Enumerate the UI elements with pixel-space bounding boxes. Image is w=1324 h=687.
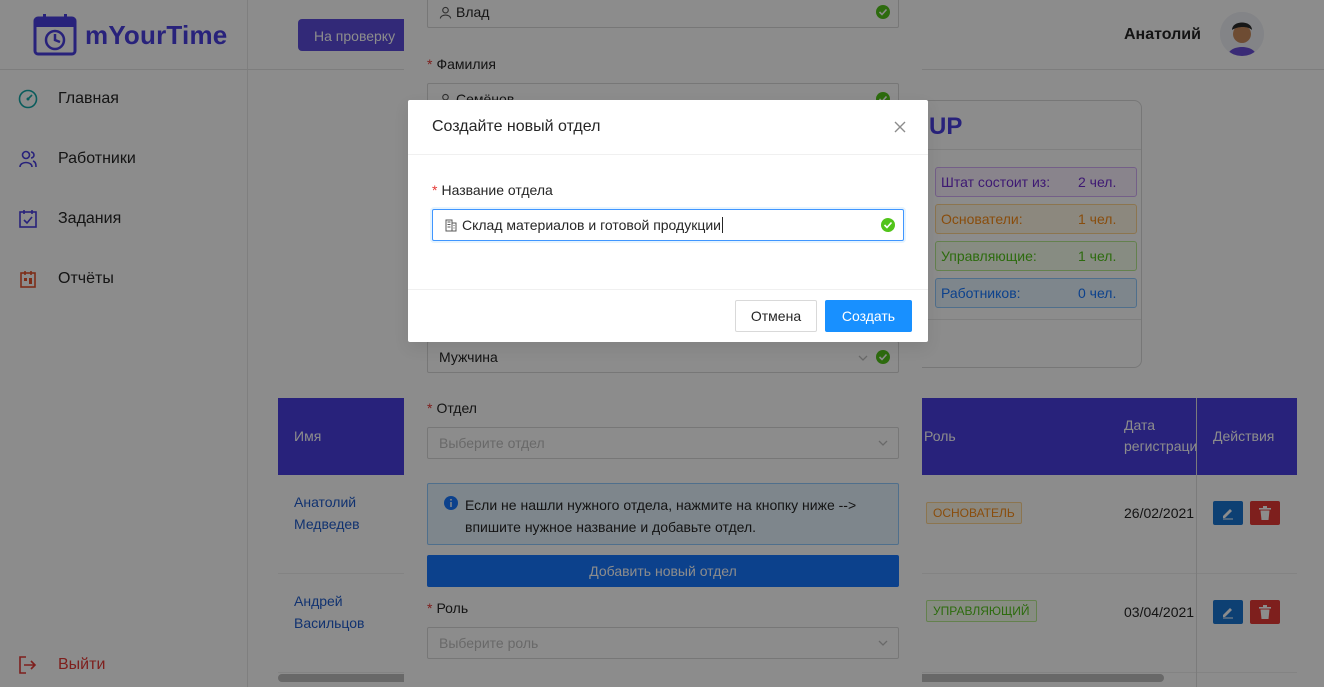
department-name-label: * Название отдела bbox=[432, 182, 553, 198]
cancel-button[interactable]: Отмена bbox=[735, 300, 817, 332]
check-circle-icon bbox=[881, 218, 895, 232]
modal-title: Создайте новый отдел bbox=[432, 118, 601, 135]
text-caret bbox=[722, 217, 723, 233]
modal-footer: Отмена Создать bbox=[408, 289, 928, 342]
create-button[interactable]: Создать bbox=[825, 300, 912, 332]
department-name-value: Склад материалов и готовой продукции bbox=[462, 217, 721, 233]
modal-header: Создайте новый отдел bbox=[408, 100, 928, 155]
create-department-modal: Создайте новый отдел * Название отдела Ск… bbox=[408, 100, 928, 342]
department-name-input[interactable]: Склад материалов и готовой продукции bbox=[432, 209, 904, 241]
close-icon[interactable] bbox=[892, 119, 908, 135]
building-icon bbox=[445, 219, 457, 232]
